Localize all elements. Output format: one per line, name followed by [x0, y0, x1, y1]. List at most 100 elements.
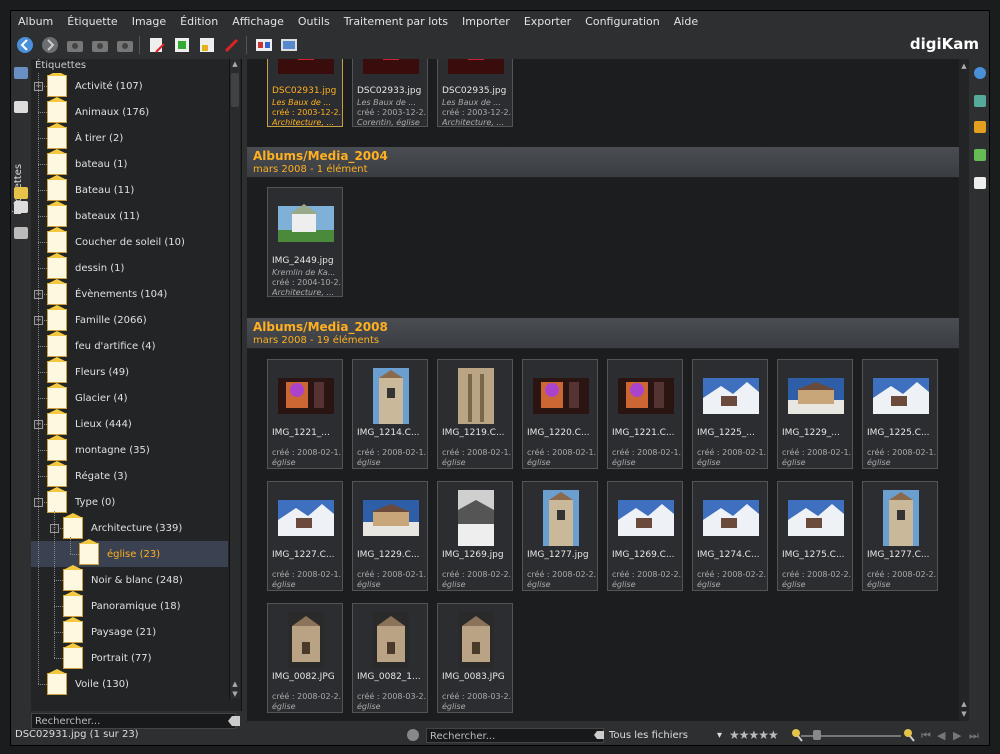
- tag-item[interactable]: montagne (35): [31, 435, 228, 463]
- image-thumbnail[interactable]: IMG_1221_... créé : 2008-02-1... église: [267, 359, 343, 469]
- info-icon[interactable]: [974, 67, 986, 79]
- captions-icon[interactable]: [974, 177, 986, 189]
- camera2-icon[interactable]: [89, 34, 111, 56]
- tag-item[interactable]: Lieux (444): [31, 409, 228, 437]
- image-thumbnail[interactable]: DSC02931.jpg Les Baux de ... créé : 2003-1…: [267, 59, 343, 127]
- album-group-header[interactable]: Albums/Media_2008 mars 2008 - 19 éléments: [247, 318, 959, 349]
- file-filter-select[interactable]: Tous les fichiers ▾: [609, 728, 724, 743]
- scroll-up-arrow[interactable]: ▲: [230, 59, 240, 69]
- image-thumbnail[interactable]: IMG_2449.jpg Kremlin de Ka... créé : 2004-…: [267, 187, 343, 297]
- image-thumbnail[interactable]: IMG_0083.JPG créé : 2008-03-2... église: [437, 603, 513, 713]
- image-thumbnail[interactable]: IMG_0082.JPG créé : 2008-02-2... église: [267, 603, 343, 713]
- scroll-down-arrow[interactable]: ▼: [230, 689, 240, 699]
- menu-0[interactable]: Album: [11, 15, 60, 28]
- creation-date: créé : 2008-02-1...: [357, 448, 427, 457]
- color-icon[interactable]: [974, 121, 986, 133]
- search-tab-icon[interactable]: [14, 227, 28, 239]
- tag-item[interactable]: Famille (2066): [31, 305, 228, 333]
- tag-item[interactable]: Fleurs (49): [31, 357, 228, 385]
- tag-tree-scrollbar[interactable]: ▲ ▲ ▼: [229, 59, 240, 699]
- tag-item[interactable]: Activité (107): [31, 73, 228, 99]
- pen-icon[interactable]: [221, 34, 243, 56]
- menu-7[interactable]: Importer: [455, 15, 517, 28]
- back-button[interactable]: [14, 34, 36, 56]
- image-thumbnail[interactable]: IMG_1219.C... créé : 2008-02-1... église: [437, 359, 513, 469]
- image-thumbnail[interactable]: IMG_1277.C... créé : 2008-02-2... église: [862, 481, 938, 591]
- image-thumbnail[interactable]: DSC02933.jpg Les Baux de ... créé : 2003-1…: [352, 59, 428, 127]
- tag-item[interactable]: Glacier (4): [31, 383, 228, 411]
- image-thumbnail[interactable]: IMG_1220.C... créé : 2008-02-1... église: [522, 359, 598, 469]
- zoom-in-icon[interactable]: [903, 728, 915, 745]
- camera-icon[interactable]: [64, 34, 86, 56]
- menu-9[interactable]: Configuration: [578, 15, 667, 28]
- image-title: Les Baux de ...: [272, 98, 331, 107]
- tag-item[interactable]: feu d'artifice (4): [31, 331, 228, 359]
- zoom-slider-handle[interactable]: [813, 730, 821, 740]
- next-item-icon[interactable]: ▶: [953, 729, 961, 742]
- image-thumbnail[interactable]: IMG_1214.C... créé : 2008-02-1... église: [352, 359, 428, 469]
- albums-tab-icon[interactable]: [14, 67, 28, 79]
- metadata-icon[interactable]: [974, 95, 986, 107]
- thumbnail-scrollbar[interactable]: ▲ ▲ ▼: [959, 59, 969, 721]
- tag-item[interactable]: Animaux (176): [31, 97, 228, 125]
- album-group-header[interactable]: Albums/Media_2004 mars 2008 - 1 élément: [247, 147, 959, 178]
- image-thumbnail[interactable]: IMG_1229_... créé : 2008-02-1... église: [777, 359, 853, 469]
- menu-4[interactable]: Affichage: [225, 15, 291, 28]
- menu-8[interactable]: Exporter: [517, 15, 578, 28]
- menu-5[interactable]: Outils: [291, 15, 337, 28]
- menu-3[interactable]: Édition: [173, 15, 225, 28]
- tags-tab-icon[interactable]: [14, 187, 28, 199]
- tag-item[interactable]: dessin (1): [31, 253, 228, 281]
- main-scroll-up[interactable]: ▲: [959, 61, 969, 71]
- clear-status-search-icon[interactable]: [593, 730, 605, 743]
- geolocation-icon[interactable]: [974, 149, 986, 161]
- last-item-icon[interactable]: ⏭: [969, 729, 979, 743]
- main-scroll-up-2[interactable]: ▲: [959, 699, 969, 709]
- light-table-icon[interactable]: [171, 34, 193, 56]
- tag-item[interactable]: bateau (1): [31, 149, 228, 177]
- tag-edit-icon[interactable]: [196, 34, 218, 56]
- image-tags: église: [782, 580, 806, 589]
- image-thumbnail[interactable]: IMG_1269.jpg créé : 2008-02-2... église: [437, 481, 513, 591]
- image-thumbnail[interactable]: DSC02935.jpg Les Baux de ... créé : 2003-1…: [437, 59, 513, 127]
- image-thumbnail[interactable]: IMG_1221.C... créé : 2008-02-1... église: [607, 359, 683, 469]
- image-thumbnail[interactable]: IMG_1225.C... créé : 2008-02-1... église: [862, 359, 938, 469]
- rating-filter[interactable]: ★★★★★: [729, 728, 779, 742]
- image-thumbnail[interactable]: IMG_1274.C... créé : 2008-02-2... église: [692, 481, 768, 591]
- scrollbar-thumb[interactable]: [231, 73, 239, 107]
- forward-button[interactable]: [39, 34, 61, 56]
- tag-item[interactable]: Régate (3): [31, 461, 228, 489]
- menu-1[interactable]: Étiquette: [60, 15, 124, 28]
- previous-item-icon[interactable]: ◀: [937, 729, 945, 742]
- slideshow-icon[interactable]: [253, 34, 275, 56]
- image-thumbnail[interactable]: IMG_1275.C... créé : 2008-02-2... église: [777, 481, 853, 591]
- main-scroll-down[interactable]: ▼: [959, 709, 969, 719]
- fullscreen-icon[interactable]: [278, 34, 300, 56]
- image-thumbnail[interactable]: IMG_1269.C... créé : 2008-02-2... église: [607, 481, 683, 591]
- scroll-up-arrow-2[interactable]: ▲: [230, 679, 240, 689]
- tag-item[interactable]: Voile (130): [31, 669, 228, 697]
- menu-2[interactable]: Image: [125, 15, 173, 28]
- tag-item[interactable]: église (23): [31, 539, 228, 567]
- menu-10[interactable]: Aide: [667, 15, 705, 28]
- tag-item[interactable]: Bateau (11): [31, 175, 228, 203]
- first-item-icon[interactable]: ⏮: [921, 729, 931, 743]
- image-thumbnail[interactable]: IMG_1227.C... créé : 2008-02-1... église: [267, 481, 343, 591]
- image-thumbnail[interactable]: IMG_1277.jpg créé : 2008-02-2... église: [522, 481, 598, 591]
- creation-date: créé : 2008-02-2...: [867, 570, 937, 579]
- image-thumbnail[interactable]: IMG_1229.C... créé : 2008-02-1... église: [352, 481, 428, 591]
- edit-image-icon[interactable]: [146, 34, 168, 56]
- clear-search-icon[interactable]: [227, 715, 241, 727]
- timeline-tab-icon[interactable]: [14, 201, 28, 213]
- calendar-tab-icon[interactable]: [14, 101, 28, 113]
- tag-item[interactable]: Type (0): [31, 487, 228, 515]
- menu-6[interactable]: Traitement par lots: [337, 15, 455, 28]
- tag-item[interactable]: bateaux (11): [31, 201, 228, 229]
- status-search-input[interactable]: Rechercher...: [426, 728, 604, 743]
- camera3-icon[interactable]: [114, 34, 136, 56]
- image-thumbnail[interactable]: IMG_1225_... créé : 2008-02-1... église: [692, 359, 768, 469]
- tag-item[interactable]: Coucher de soleil (10): [31, 227, 228, 255]
- tag-item[interactable]: À tirer (2): [31, 123, 228, 151]
- tag-item[interactable]: Évènements (104): [31, 279, 228, 307]
- image-thumbnail[interactable]: IMG_0082_1... créé : 2008-03-2... église: [352, 603, 428, 713]
